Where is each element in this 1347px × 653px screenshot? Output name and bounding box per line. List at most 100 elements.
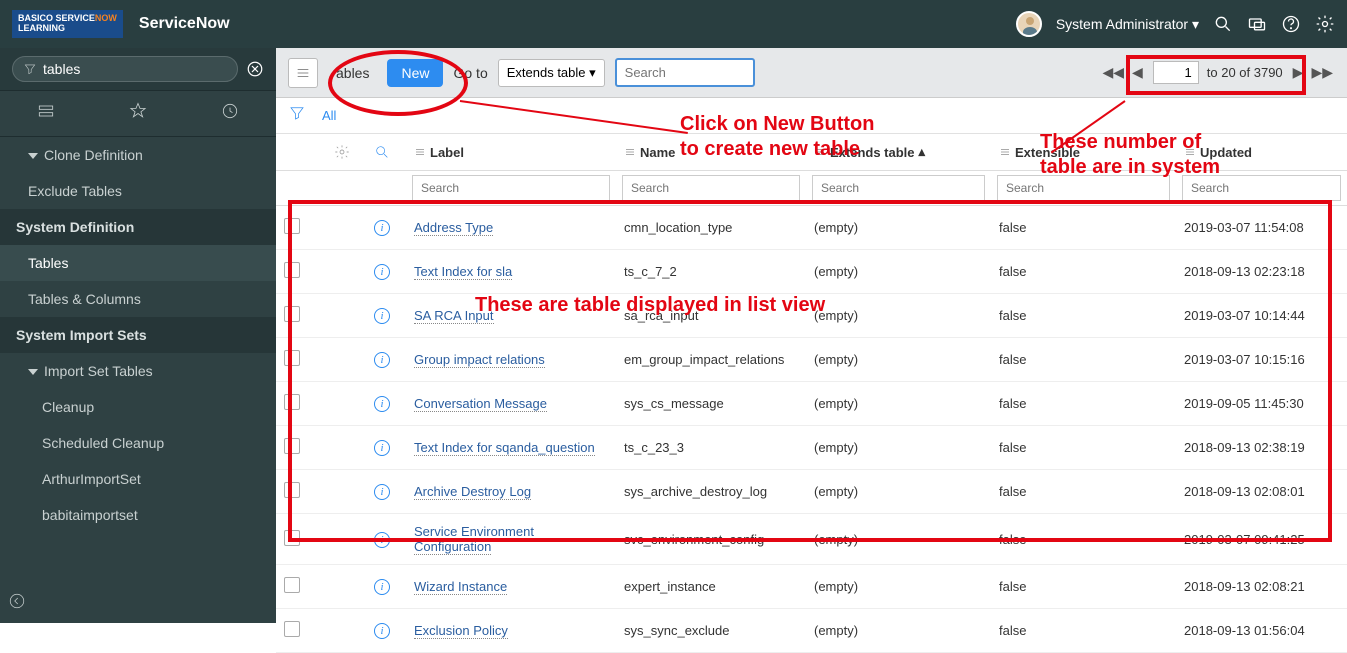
list-menu-button[interactable] <box>288 58 318 88</box>
help-icon[interactable] <box>1281 14 1301 34</box>
row-label-link[interactable]: Wizard Instance <box>414 579 507 595</box>
row-checkbox[interactable] <box>284 394 300 410</box>
nav-tab-all[interactable] <box>22 101 70 126</box>
nav-item[interactable]: Scheduled Cleanup <box>0 425 276 461</box>
table-row: iText Index for sqanda_questionts_c_23_3… <box>276 426 1347 470</box>
row-updated: 2018-09-13 02:08:21 <box>1176 569 1347 604</box>
nav-item[interactable]: Clone Definition <box>0 137 276 173</box>
next-page-icon[interactable]: ▶ <box>1291 62 1306 83</box>
row-name: expert_instance <box>616 569 806 604</box>
row-extensible: false <box>991 210 1176 245</box>
info-icon[interactable]: i <box>374 308 390 324</box>
first-page-icon[interactable]: ◀◀ <box>1100 62 1126 83</box>
nav-item[interactable]: ArthurImportSet <box>0 461 276 497</box>
row-label-link[interactable]: Exclusion Policy <box>414 623 508 639</box>
chat-icon[interactable] <box>1247 14 1267 34</box>
prev-page-icon[interactable]: ◀ <box>1130 62 1145 83</box>
row-checkbox[interactable] <box>284 530 300 546</box>
row-extensible: false <box>991 430 1176 465</box>
column-header-label[interactable]: Label <box>406 134 616 170</box>
breadcrumb: ables <box>328 61 377 85</box>
goto-field-select[interactable]: Extends table ▾ <box>498 59 605 87</box>
row-extends: (empty) <box>806 474 991 509</box>
filter-input[interactable] <box>43 61 227 77</box>
avatar[interactable] <box>1016 11 1042 37</box>
info-icon[interactable]: i <box>374 579 390 595</box>
personalize-list-icon[interactable] <box>326 134 366 170</box>
main-content: ables New Go to Extends table ▾ ◀◀ ◀ to … <box>276 48 1347 623</box>
column-search-extensible[interactable] <box>997 175 1170 201</box>
app-name: ServiceNow <box>139 15 230 33</box>
nav-item[interactable]: Tables <box>0 245 276 281</box>
row-label-link[interactable]: Conversation Message <box>414 396 547 412</box>
nav-item[interactable]: System Import Sets <box>0 317 276 353</box>
column-search-extends[interactable] <box>812 175 985 201</box>
row-label-link[interactable]: Text Index for sla <box>414 264 512 280</box>
row-checkbox[interactable] <box>284 438 300 454</box>
filter-icon[interactable] <box>288 104 306 127</box>
last-page-icon[interactable]: ▶▶ <box>1309 62 1335 83</box>
row-checkbox[interactable] <box>284 621 300 637</box>
row-label-link[interactable]: Archive Destroy Log <box>414 484 531 500</box>
row-name: cmn_location_type <box>616 210 806 245</box>
row-updated: 2018-09-13 02:38:19 <box>1176 430 1347 465</box>
nav-item[interactable]: Exclude Tables <box>0 173 276 209</box>
clear-filter-icon[interactable] <box>246 60 264 78</box>
row-label-link[interactable]: SA RCA Input <box>414 308 494 324</box>
breadcrumb-all[interactable]: All <box>322 108 336 123</box>
info-icon[interactable]: i <box>374 440 390 456</box>
goto-label: Go to <box>453 65 487 81</box>
column-search-updated[interactable] <box>1182 175 1341 201</box>
nav-item[interactable]: babitaimportset <box>0 497 276 533</box>
nav-item[interactable]: Tables & Columns <box>0 281 276 317</box>
row-label-link[interactable]: Group impact relations <box>414 352 545 368</box>
row-checkbox[interactable] <box>284 350 300 366</box>
column-search-toggle[interactable] <box>366 134 406 170</box>
gear-icon[interactable] <box>1315 14 1335 34</box>
page-number-input[interactable] <box>1153 61 1199 84</box>
nav-item[interactable]: Cleanup <box>0 389 276 425</box>
info-icon[interactable]: i <box>374 484 390 500</box>
table-row: iText Index for slats_c_7_2(empty)false2… <box>276 250 1347 294</box>
row-label-link[interactable]: Address Type <box>414 220 493 236</box>
row-updated: 2019-03-07 09:41:25 <box>1176 522 1347 557</box>
table-row: iSA RCA Inputsa_rca_input(empty)false201… <box>276 294 1347 338</box>
info-icon[interactable]: i <box>374 532 390 548</box>
row-updated: 2019-03-07 10:15:16 <box>1176 342 1347 377</box>
new-button[interactable]: New <box>387 59 443 87</box>
table-list: Label Name Extends table ▴ Extensible Up… <box>276 134 1347 653</box>
info-icon[interactable]: i <box>374 623 390 639</box>
user-menu[interactable]: System Administrator ▾ <box>1056 16 1199 33</box>
search-icon[interactable] <box>1213 14 1233 34</box>
list-search-input[interactable] <box>615 58 755 87</box>
column-header-updated[interactable]: Updated <box>1176 134 1347 170</box>
column-header-extensible[interactable]: Extensible <box>991 134 1176 170</box>
nav-item[interactable]: Import Set Tables <box>0 353 276 389</box>
column-search-label[interactable] <box>412 175 610 201</box>
collapse-nav-icon[interactable] <box>8 592 26 615</box>
row-label-link[interactable]: Text Index for sqanda_question <box>414 440 595 456</box>
column-search-name[interactable] <box>622 175 800 201</box>
row-checkbox[interactable] <box>284 482 300 498</box>
row-checkbox[interactable] <box>284 262 300 278</box>
row-checkbox[interactable] <box>284 577 300 593</box>
row-checkbox[interactable] <box>284 218 300 234</box>
nav-item[interactable]: System Definition <box>0 209 276 245</box>
info-icon[interactable]: i <box>374 396 390 412</box>
info-icon[interactable]: i <box>374 352 390 368</box>
row-extensible: false <box>991 386 1176 421</box>
nav-tab-favorites[interactable] <box>114 101 162 126</box>
row-name: sys_sync_exclude <box>616 613 806 648</box>
row-label-link[interactable]: Service Environment Configuration <box>414 524 534 555</box>
row-extends: (empty) <box>806 386 991 421</box>
info-icon[interactable]: i <box>374 264 390 280</box>
info-icon[interactable]: i <box>374 220 390 236</box>
row-extends: (empty) <box>806 210 991 245</box>
list-toolbar: ables New Go to Extends table ▾ ◀◀ ◀ to … <box>276 48 1347 98</box>
filter-navigator[interactable] <box>12 56 238 82</box>
row-checkbox[interactable] <box>284 306 300 322</box>
column-header-extends[interactable]: Extends table ▴ <box>806 134 991 170</box>
table-row: iConversation Messagesys_cs_message(empt… <box>276 382 1347 426</box>
column-header-name[interactable]: Name <box>616 134 806 170</box>
nav-tab-history[interactable] <box>206 101 254 126</box>
